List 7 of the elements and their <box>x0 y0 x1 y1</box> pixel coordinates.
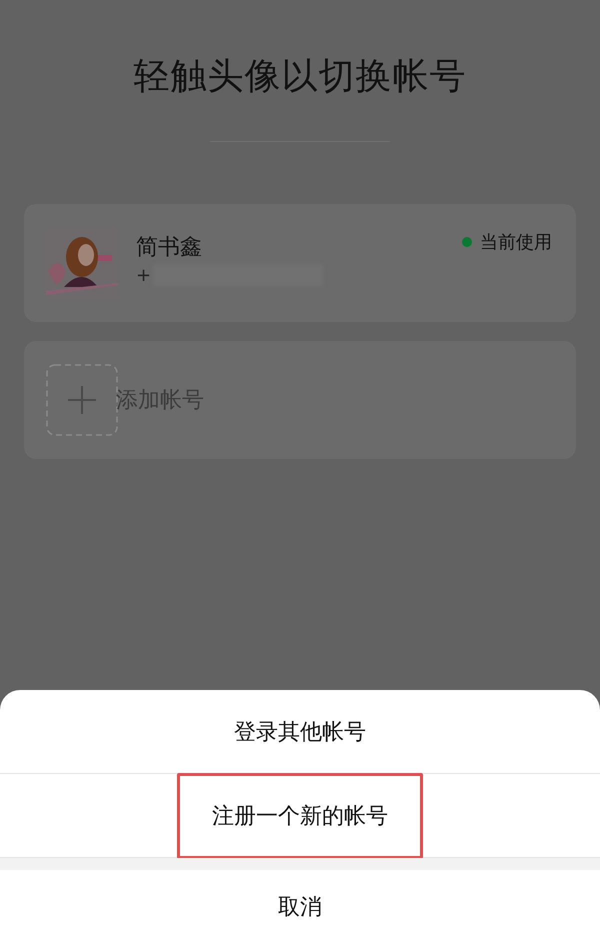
menu-option[interactable]: 登录其他帐号 <box>199 688 401 774</box>
plus-icon <box>46 364 118 436</box>
account-card[interactable]: 简书鑫 + 当前使用 <box>24 204 576 322</box>
phone-number: + <box>136 264 152 286</box>
page-title: 轻触头像以切换帐号 <box>134 55 466 99</box>
account-name: 简书鑫 <box>136 234 203 262</box>
status-label: 当前使用 <box>480 231 552 254</box>
